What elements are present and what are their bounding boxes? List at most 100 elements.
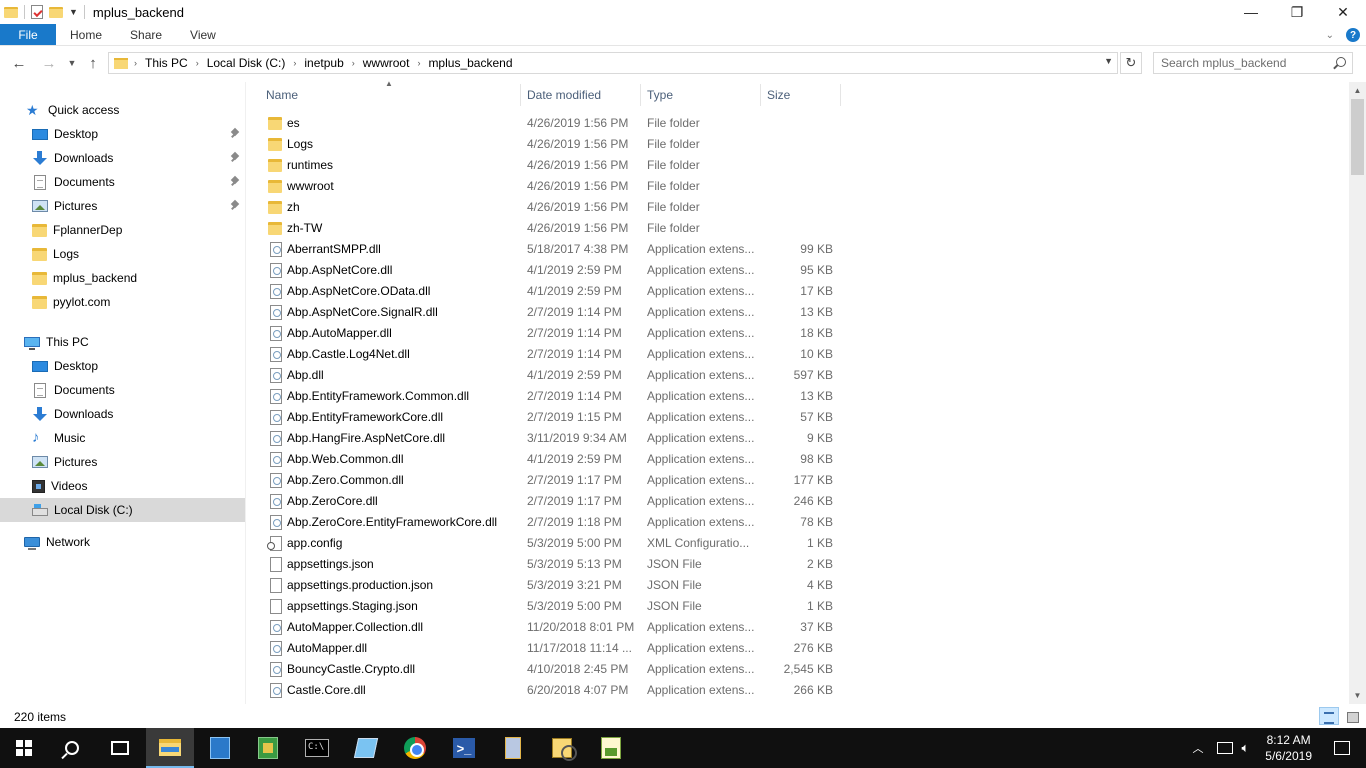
- nav-item-this-pc[interactable]: This PC: [0, 330, 245, 354]
- taskbar-command-prompt[interactable]: C:\: [293, 728, 341, 768]
- nav-item-documents[interactable]: Documents: [0, 378, 245, 402]
- nav-item-downloads[interactable]: Downloads: [0, 402, 245, 426]
- nav-item-mplus-backend[interactable]: mplus_backend: [0, 266, 245, 290]
- file-row[interactable]: BouncyCastle.Crypto.dll 4/10/2018 2:45 PM…: [248, 659, 848, 680]
- network-icon[interactable]: [1217, 742, 1234, 754]
- pin-icon[interactable]: [231, 201, 239, 211]
- scrollbar-thumb[interactable]: [1351, 99, 1364, 175]
- scroll-down-arrow-icon[interactable]: ▼: [1349, 687, 1366, 704]
- nav-item-music[interactable]: ♪ Music: [0, 426, 245, 450]
- file-row[interactable]: Abp.Zero.Common.dll 2/7/2019 1:17 PM Appli…: [248, 470, 848, 491]
- show-hidden-icons-chevron-icon[interactable]: ︿: [1192, 740, 1203, 756]
- nav-item-local-disk-c[interactable]: Local Disk (C:): [0, 498, 245, 522]
- taskbar-server-manager[interactable]: [196, 728, 244, 768]
- taskbar-iis-manager[interactable]: [244, 728, 292, 768]
- start-button[interactable]: [0, 728, 48, 768]
- file-row[interactable]: appsettings.json 5/3/2019 5:13 PM JSON Fil…: [248, 554, 848, 575]
- search-input[interactable]: [1161, 56, 1331, 70]
- nav-item-pictures[interactable]: Pictures: [0, 450, 245, 474]
- search-icon[interactable]: [1336, 57, 1346, 67]
- file-row[interactable]: Abp.ZeroCore.EntityFrameworkCore.dll 2/7/…: [248, 512, 848, 533]
- column-header-type[interactable]: Type: [641, 84, 761, 106]
- forward-arrow-icon[interactable]: →: [38, 52, 60, 74]
- taskbar-chrome[interactable]: [391, 728, 439, 768]
- taskbar-search-button[interactable]: [48, 728, 96, 768]
- file-row[interactable]: Abp.EntityFrameworkCore.dll 2/7/2019 1:15…: [248, 407, 848, 428]
- file-row[interactable]: Abp.dll 4/1/2019 2:59 PM Application exten…: [248, 365, 848, 386]
- volume-muted-icon[interactable]: 🔈︎: [1241, 740, 1249, 756]
- refresh-icon[interactable]: ↻: [1120, 52, 1142, 74]
- file-row[interactable]: Abp.AutoMapper.dll 2/7/2019 1:14 PM Applic…: [248, 323, 848, 344]
- folder-icon[interactable]: [4, 6, 18, 18]
- taskbar-app-tool[interactable]: [538, 728, 586, 768]
- close-button[interactable]: ✕: [1320, 0, 1366, 24]
- action-center-icon[interactable]: [1334, 741, 1350, 755]
- tab-view[interactable]: View: [176, 24, 230, 45]
- taskbar-file-explorer[interactable]: [146, 728, 194, 768]
- breadcrumb-item-inetpub[interactable]: inetpub ›: [304, 56, 362, 70]
- file-row[interactable]: Abp.AspNetCore.SignalR.dll 2/7/2019 1:14 …: [248, 302, 848, 323]
- file-row[interactable]: appsettings.Staging.json 5/3/2019 5:00 PM…: [248, 596, 848, 617]
- taskbar-app-tool[interactable]: [489, 728, 537, 768]
- file-row[interactable]: es 4/26/2019 1:56 PM File folder: [248, 113, 848, 134]
- breadcrumb-separator-icon[interactable]: ›: [293, 58, 296, 68]
- tab-share[interactable]: Share: [116, 24, 176, 45]
- help-icon[interactable]: ?: [1346, 28, 1360, 42]
- file-row[interactable]: Abp.AspNetCore.dll 4/1/2019 2:59 PM Applic…: [248, 260, 848, 281]
- search-box[interactable]: [1153, 52, 1353, 74]
- nav-item-documents[interactable]: Documents: [0, 170, 245, 194]
- nav-item-downloads[interactable]: Downloads: [0, 146, 245, 170]
- taskbar-powershell[interactable]: >_: [440, 728, 488, 768]
- taskbar-notepad[interactable]: [342, 728, 390, 768]
- nav-item-pyylot-com[interactable]: pyylot.com: [0, 290, 245, 314]
- expand-ribbon-chevron-icon[interactable]: ⌄: [1326, 30, 1334, 41]
- minimize-button[interactable]: —: [1228, 0, 1274, 24]
- column-header-size[interactable]: Size: [761, 84, 841, 106]
- address-dropdown-icon[interactable]: ▼: [1104, 56, 1113, 66]
- file-row[interactable]: app.config 5/3/2019 5:00 PM XML Configurat…: [248, 533, 848, 554]
- nav-item-desktop[interactable]: Desktop: [0, 122, 245, 146]
- pin-icon[interactable]: [231, 153, 239, 163]
- nav-item-quick-access[interactable]: ★ Quick access: [0, 98, 245, 122]
- maximize-button[interactable]: ❐: [1274, 0, 1320, 24]
- nav-item-desktop[interactable]: Desktop: [0, 354, 245, 378]
- column-header-date-modified[interactable]: Date modified: [521, 84, 641, 106]
- breadcrumb-separator-icon[interactable]: ›: [196, 58, 199, 68]
- address-bar[interactable]: › This PC › Local Disk (C:) › inetpub › www…: [108, 52, 1118, 74]
- vertical-scrollbar[interactable]: ▲ ▼: [1349, 82, 1366, 704]
- file-row[interactable]: AutoMapper.dll 11/17/2018 11:14 ... Applic…: [248, 638, 848, 659]
- customize-toolbar-dropdown-icon[interactable]: ▼: [69, 7, 78, 17]
- taskbar-app-tool[interactable]: [587, 728, 635, 768]
- back-arrow-icon[interactable]: ←: [8, 52, 30, 74]
- nav-item-network[interactable]: Network: [0, 530, 245, 554]
- tab-file[interactable]: File: [0, 24, 56, 45]
- breadcrumb-item-mplus-backend[interactable]: mplus_backend: [428, 56, 512, 70]
- breadcrumb-item-this-pc[interactable]: This PC ›: [145, 56, 207, 70]
- file-row[interactable]: Abp.Castle.Log4Net.dll 2/7/2019 1:14 PM Ap…: [248, 344, 848, 365]
- file-row[interactable]: Abp.EntityFramework.Common.dll 2/7/2019 1…: [248, 386, 848, 407]
- breadcrumb-separator-icon[interactable]: ›: [417, 58, 420, 68]
- breadcrumb-separator-icon[interactable]: ›: [134, 58, 137, 68]
- file-row[interactable]: Logs 4/26/2019 1:56 PM File folder: [248, 134, 848, 155]
- recent-locations-chevron-icon[interactable]: ▼: [66, 52, 78, 74]
- properties-icon[interactable]: [31, 5, 43, 19]
- file-row[interactable]: wwwroot 4/26/2019 1:56 PM File folder: [248, 176, 848, 197]
- details-view-icon[interactable]: [1319, 707, 1339, 725]
- file-row[interactable]: runtimes 4/26/2019 1:56 PM File folder: [248, 155, 848, 176]
- nav-item-fplannerdep[interactable]: FplannerDep: [0, 218, 245, 242]
- clock[interactable]: 8:12 AM 5/6/2019: [1265, 732, 1312, 764]
- nav-item-videos[interactable]: Videos: [0, 474, 245, 498]
- breadcrumb-item-wwwroot[interactable]: wwwroot ›: [363, 56, 429, 70]
- pin-icon[interactable]: [231, 177, 239, 187]
- large-icons-view-icon[interactable]: [1342, 707, 1362, 725]
- file-row[interactable]: Abp.Web.Common.dll 4/1/2019 2:59 PM Applic…: [248, 449, 848, 470]
- file-row[interactable]: Abp.AspNetCore.OData.dll 4/1/2019 2:59 PM…: [248, 281, 848, 302]
- nav-item-logs[interactable]: Logs: [0, 242, 245, 266]
- column-header-name[interactable]: Name: [260, 84, 521, 106]
- up-arrow-icon[interactable]: ↑: [82, 52, 104, 74]
- file-row[interactable]: Abp.HangFire.AspNetCore.dll 3/11/2019 9:3…: [248, 428, 848, 449]
- task-view-button[interactable]: [96, 728, 144, 768]
- file-row[interactable]: Abp.ZeroCore.dll 2/7/2019 1:17 PM Applicat…: [248, 491, 848, 512]
- breadcrumb-separator-icon[interactable]: ›: [352, 58, 355, 68]
- file-row[interactable]: zh-TW 4/26/2019 1:56 PM File folder: [248, 218, 848, 239]
